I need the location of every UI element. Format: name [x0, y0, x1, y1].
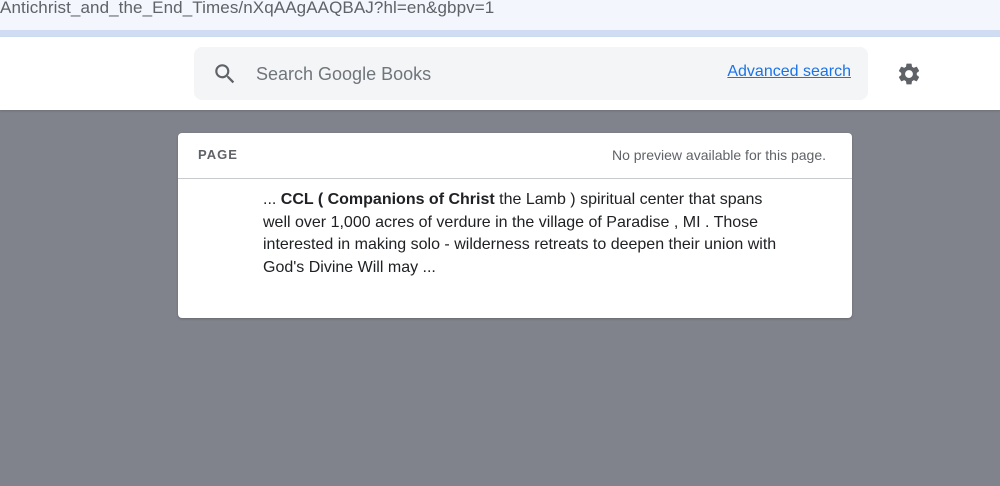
card-header: PAGE No preview available for this page.	[178, 133, 852, 179]
search-box[interactable]: Advanced search	[194, 47, 868, 100]
gear-icon[interactable]	[896, 61, 922, 87]
browser-url-bar[interactable]: Antichrist_and_the_End_Times/nXqAAgAAQBA…	[0, 0, 1000, 37]
search-input[interactable]	[256, 60, 696, 88]
no-preview-notice: No preview available for this page.	[611, 147, 826, 163]
snippet-highlight: CCL ( Companions of Christ	[280, 191, 495, 208]
search-snippet: ... CCL ( Companions of Christ the Lamb …	[263, 189, 793, 279]
snippet-lead: ...	[263, 191, 281, 208]
search-icon[interactable]	[212, 61, 238, 87]
url-text[interactable]: Antichrist_and_the_End_Times/nXqAAgAAQBA…	[0, 0, 494, 18]
books-header: Advanced search	[0, 37, 1000, 110]
advanced-search-link[interactable]: Advanced search	[727, 63, 851, 81]
page-label: PAGE	[198, 147, 238, 162]
result-card: PAGE No preview available for this page.…	[178, 133, 852, 318]
